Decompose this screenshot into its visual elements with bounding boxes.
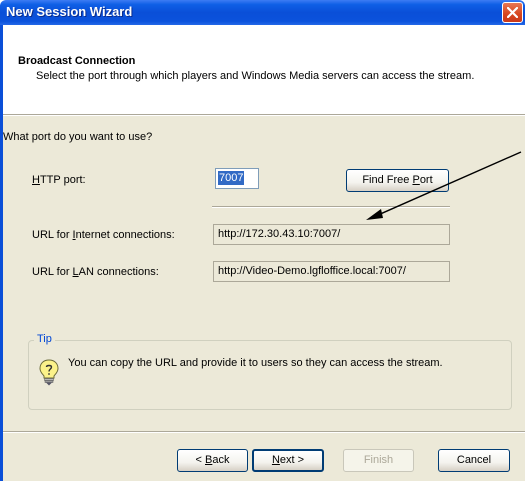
annotation-arrow [366, 151, 522, 220]
